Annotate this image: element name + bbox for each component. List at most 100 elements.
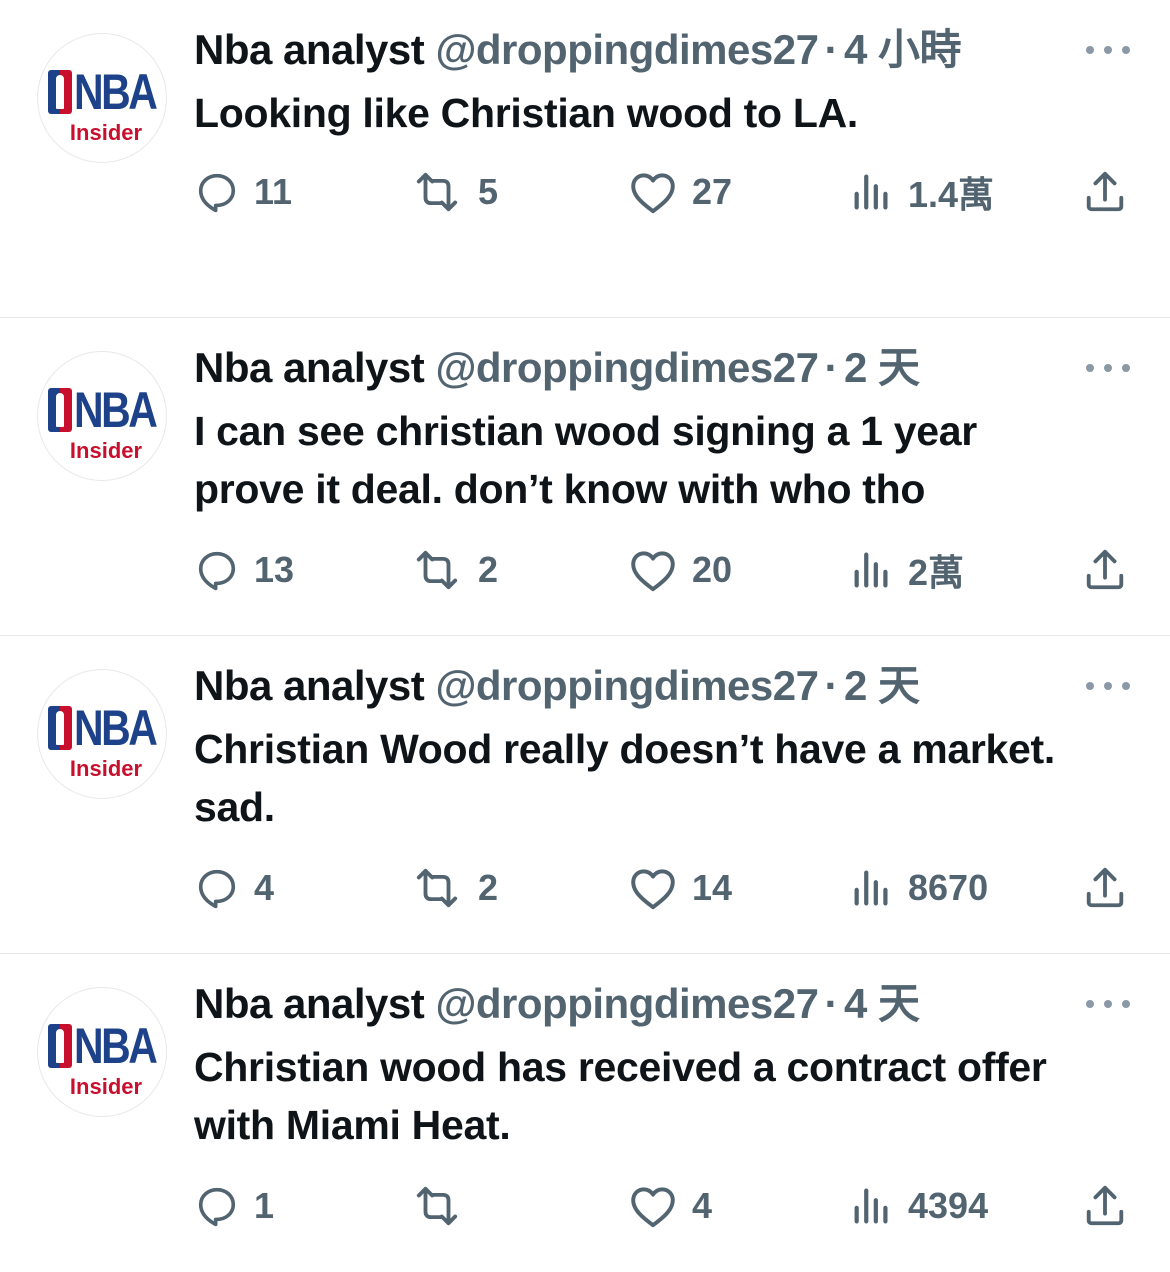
tweet-timestamp[interactable]: 2 天 — [844, 662, 920, 709]
views-button[interactable]: 2萬 — [850, 542, 964, 598]
avatar[interactable]: NBA Insider — [37, 669, 167, 799]
avatar-logo-text: NBA — [74, 1018, 158, 1074]
avatar-logo-subtitle: Insider — [69, 120, 143, 145]
reply-count: 11 — [254, 171, 293, 212]
avatar[interactable]: NBA Insider — [37, 351, 167, 481]
tweet-timestamp[interactable]: 4 天 — [844, 980, 920, 1027]
share-button[interactable] — [1082, 164, 1128, 220]
avatar[interactable]: NBA Insider — [37, 33, 167, 163]
author-handle[interactable]: @droppingdimes27 — [435, 26, 819, 73]
more-icon[interactable] — [1086, 676, 1130, 696]
tweet[interactable]: NBA Insider Nba analyst @droppingdimes27… — [0, 0, 1170, 318]
author-name[interactable]: Nba analyst — [194, 26, 425, 73]
tweet[interactable]: NBA Insider Nba analyst @droppingdimes27… — [0, 318, 1170, 636]
avatar-logo-subtitle: Insider — [69, 756, 143, 781]
tweet-text: Christian wood has received a contract o… — [194, 1044, 1047, 1148]
like-button[interactable]: 4 — [628, 1178, 712, 1234]
share-button[interactable] — [1082, 542, 1128, 598]
reply-button[interactable]: 1 — [194, 1178, 274, 1234]
nba-logo-icon — [48, 70, 72, 114]
retweet-count: 2 — [478, 549, 499, 590]
reply-button[interactable]: 13 — [194, 542, 294, 598]
more-icon[interactable] — [1086, 40, 1130, 60]
reply-icon — [198, 1187, 236, 1227]
reply-icon — [198, 869, 236, 909]
avatar-logo-text: NBA — [74, 64, 158, 120]
header-separator: · — [824, 662, 838, 709]
author-handle[interactable]: @droppingdimes27 — [435, 980, 819, 1027]
retweet-count: 2 — [478, 867, 499, 908]
author-handle[interactable]: @droppingdimes27 — [435, 344, 819, 391]
tweet[interactable]: NBA Insider Nba analyst @droppingdimes27… — [0, 954, 1170, 1272]
author-name[interactable]: Nba analyst — [194, 980, 425, 1027]
nba-logo-icon — [48, 388, 72, 432]
tweet-text: I can see christian wood signing a 1 yea… — [194, 408, 977, 512]
share-button[interactable] — [1082, 1178, 1128, 1234]
views-count: 2萬 — [908, 552, 965, 593]
retweet-button[interactable]: 2 — [410, 860, 498, 916]
header-separator: · — [824, 26, 838, 73]
retweet-button[interactable]: 5 — [410, 164, 498, 220]
share-button[interactable] — [1082, 860, 1128, 916]
views-count: 1.4萬 — [908, 174, 995, 215]
views-button[interactable]: 1.4萬 — [850, 164, 994, 220]
tweet-header: Nba analyst @droppingdimes27 · 4 小時 — [194, 24, 961, 76]
views-count: 8670 — [908, 867, 989, 908]
retweet-count: 5 — [478, 171, 499, 212]
avatar-logo-text: NBA — [74, 382, 158, 438]
tweet-actions: 1 4 4394 — [0, 1178, 1170, 1234]
share-icon — [1086, 549, 1124, 590]
retweet-icon — [416, 868, 458, 908]
tweet-header: Nba analyst @droppingdimes27 · 4 天 — [194, 978, 920, 1030]
avatar-logo-subtitle: Insider — [69, 1074, 143, 1099]
tweet-header: Nba analyst @droppingdimes27 · 2 天 — [194, 660, 920, 712]
views-icon — [854, 174, 888, 210]
more-icon[interactable] — [1086, 994, 1130, 1014]
author-name[interactable]: Nba analyst — [194, 662, 425, 709]
tweet-text: Christian Wood really doesn’t have a mar… — [194, 726, 1055, 830]
tweet-actions: 11 5 27 1.4萬 — [0, 164, 1170, 220]
reply-count: 13 — [254, 549, 295, 590]
avatar[interactable]: NBA Insider — [37, 987, 167, 1117]
reply-button[interactable]: 4 — [194, 860, 274, 916]
like-count: 20 — [692, 549, 733, 590]
views-button[interactable]: 8670 — [850, 860, 988, 916]
retweet-icon — [416, 172, 458, 212]
like-count: 4 — [692, 1185, 713, 1226]
tweet-timestamp[interactable]: 2 天 — [844, 344, 920, 391]
like-button[interactable]: 27 — [628, 164, 732, 220]
tweet-header: Nba analyst @droppingdimes27 · 2 天 — [194, 342, 920, 394]
nba-logo-icon — [48, 706, 72, 750]
tweet[interactable]: NBA Insider Nba analyst @droppingdimes27… — [0, 636, 1170, 954]
reply-count: 1 — [254, 1185, 275, 1226]
retweet-icon — [416, 550, 458, 590]
like-button[interactable]: 14 — [628, 860, 732, 916]
share-icon — [1086, 1185, 1124, 1226]
views-icon — [854, 552, 888, 588]
views-icon — [854, 870, 888, 906]
heart-icon — [631, 1187, 675, 1228]
avatar-logo-subtitle: Insider — [69, 438, 143, 463]
author-handle[interactable]: @droppingdimes27 — [435, 662, 819, 709]
share-icon — [1086, 171, 1124, 212]
reply-icon — [198, 551, 236, 591]
reply-icon — [198, 173, 236, 213]
like-count: 14 — [692, 867, 733, 908]
reply-button[interactable]: 11 — [194, 164, 292, 220]
like-button[interactable]: 20 — [628, 542, 732, 598]
nba-logo-icon — [48, 1024, 72, 1068]
views-button[interactable]: 4394 — [850, 1178, 988, 1234]
header-separator: · — [824, 344, 838, 391]
share-icon — [1086, 867, 1124, 908]
retweet-button[interactable]: 2 — [410, 542, 498, 598]
retweet-button[interactable] — [410, 1178, 478, 1234]
avatar-logo-text: NBA — [74, 700, 158, 756]
tweet-timestamp[interactable]: 4 小時 — [844, 26, 962, 73]
tweet-actions: 13 2 20 2萬 — [0, 542, 1170, 598]
heart-icon — [631, 551, 675, 592]
author-name[interactable]: Nba analyst — [194, 344, 425, 391]
tweet-text: Looking like Christian wood to LA. — [194, 90, 859, 136]
like-count: 27 — [692, 171, 733, 212]
more-icon[interactable] — [1086, 358, 1130, 378]
tweet-actions: 4 2 14 8670 — [0, 860, 1170, 916]
